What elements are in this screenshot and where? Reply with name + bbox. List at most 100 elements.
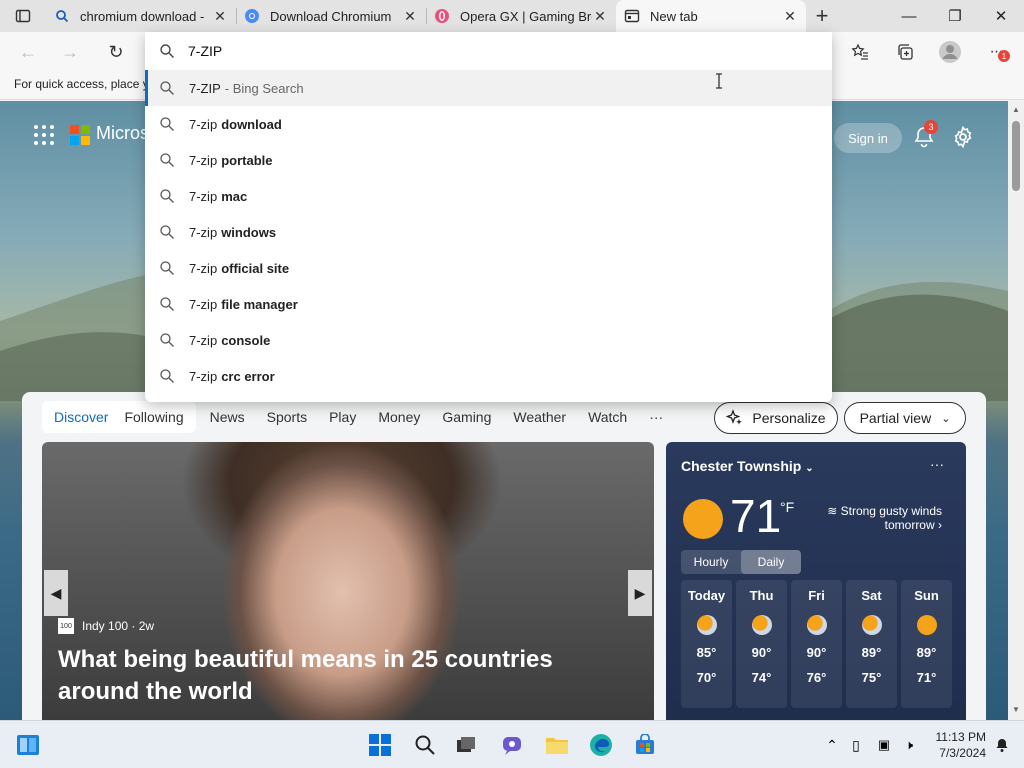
suggestion-item[interactable]: 7-zip file manager — [145, 286, 832, 322]
maximize-button[interactable]: ❐ — [932, 0, 978, 32]
settings-and-more-button[interactable]: ··· 1 — [978, 32, 1014, 72]
more-options-icon[interactable]: ··· — [930, 456, 944, 472]
weather-location[interactable]: Chester Township ⌄ — [681, 458, 814, 474]
nav-link-gaming[interactable]: Gaming — [442, 409, 491, 425]
task-view-button[interactable] — [454, 733, 478, 757]
nav-link-sports[interactable]: Sports — [267, 409, 307, 425]
taskbar-search-button[interactable] — [413, 733, 437, 757]
file-explorer-button[interactable] — [545, 733, 569, 757]
forecast-day[interactable]: Sun 89° 71° — [901, 580, 952, 708]
scroll-up-icon[interactable]: ▲ — [1012, 105, 1020, 114]
tab-chromium-download[interactable]: chromium download - ✕ — [46, 0, 236, 32]
search-icon — [160, 44, 174, 58]
personalize-button[interactable]: Personalize — [714, 402, 838, 434]
gear-icon[interactable] — [951, 125, 975, 149]
address-input[interactable] — [188, 43, 748, 59]
scroll-thumb[interactable] — [1012, 121, 1020, 191]
news-feed: Discover Following News Sports Play Mone… — [22, 392, 986, 720]
suggestion-prefix: 7-zip — [189, 152, 218, 168]
edge-taskbar-button[interactable] — [589, 733, 613, 757]
nav-link-weather[interactable]: Weather — [513, 409, 566, 425]
start-button[interactable] — [368, 733, 392, 757]
search-icon — [160, 81, 174, 95]
low-temp: 76° — [806, 670, 827, 685]
suggestion-item[interactable]: 7-zip windows — [145, 214, 832, 250]
notification-count-badge: 3 — [924, 120, 938, 134]
feed-nav: Discover Following News Sports Play Mone… — [42, 400, 685, 434]
tab-new-tab[interactable]: New tab ✕ — [616, 0, 806, 32]
partial-view-dropdown[interactable]: Partial view ⌄ — [844, 402, 966, 434]
suggestion-item[interactable]: 7-ZIP - Bing Search — [145, 70, 832, 106]
carousel-next-button[interactable]: ▶ — [628, 570, 652, 616]
volume-muted-icon[interactable]: 🕨 — [897, 733, 921, 757]
suggestion-item[interactable]: 7-zip portable — [145, 142, 832, 178]
low-temp: 70° — [696, 670, 717, 685]
tab-actions-button[interactable] — [0, 0, 46, 32]
tab-hourly[interactable]: Hourly — [681, 550, 741, 574]
carousel-prev-button[interactable]: ◀ — [44, 570, 68, 616]
show-hidden-icons-button[interactable]: ⌃ — [820, 733, 844, 757]
tab-discover[interactable]: Discover — [46, 409, 116, 425]
forecast-day[interactable]: Thu 90° 74° — [736, 580, 787, 708]
microsoft-brand-text: Micros — [96, 123, 149, 143]
suggestion-item[interactable]: 7-zip crc error — [145, 358, 832, 394]
nav-link-watch[interactable]: Watch — [588, 409, 627, 425]
high-temp: 89° — [916, 645, 937, 660]
network-icon[interactable]: ▣ — [872, 733, 896, 757]
more-categories-button[interactable]: ··· — [649, 409, 663, 425]
back-button[interactable]: ← — [10, 32, 46, 72]
close-tab-icon[interactable]: ✕ — [402, 8, 418, 25]
favorites-button[interactable] — [842, 32, 878, 72]
nav-link-money[interactable]: Money — [378, 409, 420, 425]
scroll-down-icon[interactable]: ▼ — [1012, 705, 1020, 714]
system-clock[interactable]: 11:13 PM 7/3/2024 — [926, 729, 986, 761]
forecast-day[interactable]: Today 85° 70° — [681, 580, 732, 708]
rain-cloud-icon — [806, 615, 827, 635]
notification-center-button[interactable] — [990, 733, 1014, 757]
weather-card: Chester Township ⌄ ··· 71 °F ≋ Strong gu… — [666, 442, 966, 720]
apps-launcher-icon[interactable] — [34, 125, 54, 145]
page-scrollbar[interactable]: ▲ ▼ — [1008, 101, 1024, 720]
collections-button[interactable] — [887, 32, 923, 72]
tab-strip: chromium download - ✕ Download Chromium … — [0, 0, 1024, 32]
article-headline[interactable]: What being beautiful means in 25 countri… — [58, 644, 638, 708]
close-tab-icon[interactable]: ✕ — [782, 8, 798, 25]
suggestion-item[interactable]: 7-zip mac — [145, 178, 832, 214]
temperature-unit[interactable]: °F — [780, 499, 794, 515]
hero-article-card[interactable]: ◀ ▶ 100 Indy 100 · 2w What being beautif… — [42, 442, 654, 720]
close-window-button[interactable]: ✕ — [978, 0, 1024, 32]
close-tab-icon[interactable]: ✕ — [212, 8, 228, 25]
suggestion-text: 7-ZIP — [189, 80, 221, 96]
suggestion-item[interactable]: 7-zip official site — [145, 250, 832, 286]
usb-tray-icon[interactable]: ▯ — [844, 733, 868, 757]
high-temp: 90° — [806, 645, 827, 660]
forecast-day[interactable]: Fri 90° 76° — [791, 580, 842, 708]
tab-daily[interactable]: Daily — [741, 550, 801, 574]
forecast-day[interactable]: Sat 89° 75° — [846, 580, 897, 708]
profile-button[interactable] — [932, 32, 968, 72]
suggestion-item[interactable]: 7-zip download — [145, 106, 832, 142]
tab-following[interactable]: Following — [116, 409, 191, 425]
sign-in-button[interactable]: Sign in — [834, 123, 902, 153]
suggestion-prefix: 7-zip — [189, 260, 218, 276]
nav-link-play[interactable]: Play — [329, 409, 356, 425]
new-tab-button[interactable]: + — [806, 0, 838, 32]
close-tab-icon[interactable]: ✕ — [592, 8, 608, 25]
tab-download-chromium[interactable]: Download Chromium ✕ — [236, 0, 426, 32]
daily-forecast: Today 85° 70° Thu 90° 74° Fri 90° 76° Sat 89° 75… — [681, 580, 952, 708]
refresh-button[interactable]: ↻ — [98, 32, 134, 72]
nav-link-news[interactable]: News — [210, 409, 245, 425]
wind-alert[interactable]: ≋ Strong gusty winds tomorrow › — [812, 504, 942, 532]
suggestion-item[interactable]: 7-zip console — [145, 322, 832, 358]
store-button[interactable] — [633, 733, 657, 757]
partly-cloudy-icon — [861, 615, 882, 635]
minimize-button[interactable]: — — [886, 0, 932, 32]
plus-icon: + — [815, 3, 829, 28]
widgets-button[interactable] — [16, 733, 40, 757]
tab-opera-gx[interactable]: Opera GX | Gaming Bro ✕ — [426, 0, 616, 32]
forward-button[interactable]: → — [52, 32, 88, 72]
chat-button[interactable] — [500, 733, 524, 757]
chevron-left-icon: ◀ — [50, 584, 62, 601]
address-bar[interactable] — [145, 32, 832, 70]
article-source-text: Indy 100 · 2w — [82, 619, 155, 633]
